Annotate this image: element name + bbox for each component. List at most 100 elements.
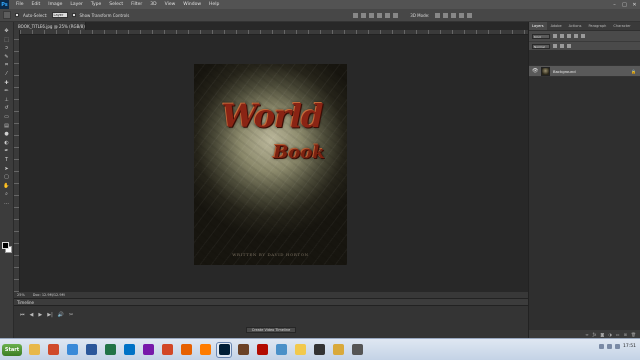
audio-icon[interactable]: 🔊 [58, 312, 64, 318]
blend-mode-dropdown[interactable]: Normal [532, 43, 550, 49]
menu-image[interactable]: Image [44, 2, 66, 7]
align-center-icon[interactable] [385, 12, 391, 18]
media-icon[interactable] [46, 343, 60, 357]
start-button[interactable]: Start [2, 343, 22, 356]
move-tool-icon[interactable]: ✥ [2, 28, 11, 34]
zoom-level[interactable]: 25% [17, 293, 25, 297]
menu-window[interactable]: Window [179, 2, 205, 7]
filter-type-icon[interactable] [567, 34, 571, 38]
split-icon[interactable]: ✂ [69, 312, 73, 318]
bridge-icon[interactable] [236, 343, 250, 357]
3d-pan-icon[interactable] [451, 12, 457, 18]
eye-icon[interactable]: 👁 [532, 68, 538, 74]
align-middle-icon[interactable] [361, 12, 367, 18]
type-tool-icon[interactable]: T [2, 157, 11, 163]
camera-icon[interactable] [350, 343, 364, 357]
filter-shape-icon[interactable] [574, 34, 578, 38]
explorer-icon[interactable] [27, 343, 41, 357]
minimize-icon[interactable]: – [610, 0, 619, 9]
transform-controls-checkbox[interactable] [71, 13, 76, 17]
lock-all-icon[interactable] [567, 44, 571, 48]
move-tool-preset-icon[interactable] [3, 11, 11, 19]
next-frame-icon[interactable]: ▶| [47, 312, 53, 318]
menu-layer[interactable]: Layer [66, 2, 87, 7]
path-select-tool-icon[interactable]: ➤ [2, 166, 11, 172]
new-layer-icon[interactable]: ⊞ [624, 332, 627, 337]
onenote-icon[interactable] [141, 343, 155, 357]
document-canvas[interactable]: World Book WRITTEN BY DAVID HORTON [194, 64, 347, 265]
lock-pixels-icon[interactable] [553, 44, 557, 48]
document-tab[interactable]: BOOK_TITLE6.jpg @ 25% (RGB/8) [14, 22, 86, 30]
flag-icon[interactable] [615, 344, 621, 349]
stamp-tool-icon[interactable]: ⊥ [2, 97, 11, 103]
firefox-icon[interactable] [179, 343, 193, 357]
create-video-timeline-button[interactable]: Create Video Timeline [246, 327, 296, 333]
tab-character[interactable]: Character [610, 22, 633, 30]
horizontal-ruler[interactable] [20, 30, 528, 35]
menu-help[interactable]: Help [205, 2, 223, 7]
menu-file[interactable]: File [12, 2, 28, 7]
illustrator-icon[interactable] [198, 343, 212, 357]
folder-icon[interactable] [331, 343, 345, 357]
play-icon[interactable]: ▶ [38, 312, 42, 318]
notes-icon[interactable] [293, 343, 307, 357]
acrobat-icon[interactable] [255, 343, 269, 357]
chrome-icon[interactable] [65, 343, 79, 357]
volume-icon[interactable] [607, 344, 613, 349]
excel-icon[interactable] [103, 343, 117, 357]
word-icon[interactable] [84, 343, 98, 357]
marquee-tool-icon[interactable]: ⬚ [2, 37, 11, 43]
3d-roll-icon[interactable] [443, 12, 449, 18]
menu-3d[interactable]: 3D [146, 2, 160, 7]
layer-style-icon[interactable]: ƒx [593, 332, 597, 337]
filter-smart-icon[interactable] [581, 34, 585, 38]
3d-rotate-icon[interactable] [435, 12, 441, 18]
tab-adobe[interactable]: Adobe [548, 22, 565, 30]
brush-tool-icon[interactable]: ✏ [2, 88, 11, 94]
new-group-icon[interactable]: ▭ [616, 332, 620, 337]
timeline-header[interactable]: Timeline [14, 299, 528, 306]
lock-position-icon[interactable] [560, 44, 564, 48]
tab-actions[interactable]: Actions [566, 22, 585, 30]
dodge-tool-icon[interactable]: ◐ [2, 140, 11, 146]
tab-paragraph[interactable]: Paragraph [585, 22, 609, 30]
close-icon[interactable]: ✕ [630, 0, 639, 9]
menu-filter[interactable]: Filter [127, 2, 146, 7]
delete-layer-icon[interactable]: 🗑 [631, 332, 636, 337]
eraser-tool-icon[interactable]: ▭ [2, 114, 11, 120]
network-icon[interactable] [599, 344, 605, 349]
hand-tool-icon[interactable]: ✋ [2, 183, 11, 189]
blur-tool-icon[interactable]: ● [2, 131, 11, 137]
align-left-icon[interactable] [377, 12, 383, 18]
menu-select[interactable]: Select [105, 2, 127, 7]
healing-tool-icon[interactable]: ✚ [2, 80, 11, 86]
prev-frame-icon[interactable]: ◀ [30, 312, 34, 318]
outlook-icon[interactable] [122, 343, 136, 357]
doc-info[interactable]: Doc: 12.9M/12.9M [33, 293, 65, 297]
history-brush-tool-icon[interactable]: ↺ [2, 105, 11, 111]
3d-scale-icon[interactable] [467, 12, 473, 18]
adjustment-layer-icon[interactable]: ◑ [608, 332, 612, 337]
link-layers-icon[interactable]: ∞ [585, 332, 588, 337]
auto-select-dropdown[interactable]: Layer [51, 12, 68, 18]
align-right-icon[interactable] [393, 12, 399, 18]
gradient-tool-icon[interactable]: ▤ [2, 123, 11, 129]
align-top-icon[interactable] [353, 12, 359, 18]
align-bottom-icon[interactable] [369, 12, 375, 18]
filter-pixel-icon[interactable] [553, 34, 557, 38]
foreground-color-swatch[interactable] [2, 242, 9, 249]
layer-row-background[interactable]: 👁 Background 🔒 [529, 65, 640, 77]
quick-select-tool-icon[interactable]: ✎ [2, 54, 11, 60]
powerpoint-icon[interactable] [160, 343, 174, 357]
photoshop-icon[interactable] [216, 341, 232, 358]
layer-name[interactable]: Background [553, 69, 628, 74]
zoom-tool-icon[interactable]: ⌕ [2, 191, 11, 197]
add-mask-icon[interactable]: ◙ [600, 332, 604, 337]
shape-tool-icon[interactable]: ▢ [2, 174, 11, 180]
first-frame-icon[interactable]: ⏮ [20, 312, 25, 318]
vertical-ruler[interactable] [14, 30, 20, 292]
menu-type[interactable]: Type [87, 2, 105, 7]
auto-select-checkbox[interactable] [15, 13, 19, 17]
terminal-icon[interactable] [312, 343, 326, 357]
lasso-tool-icon[interactable]: ↄ [2, 45, 11, 51]
